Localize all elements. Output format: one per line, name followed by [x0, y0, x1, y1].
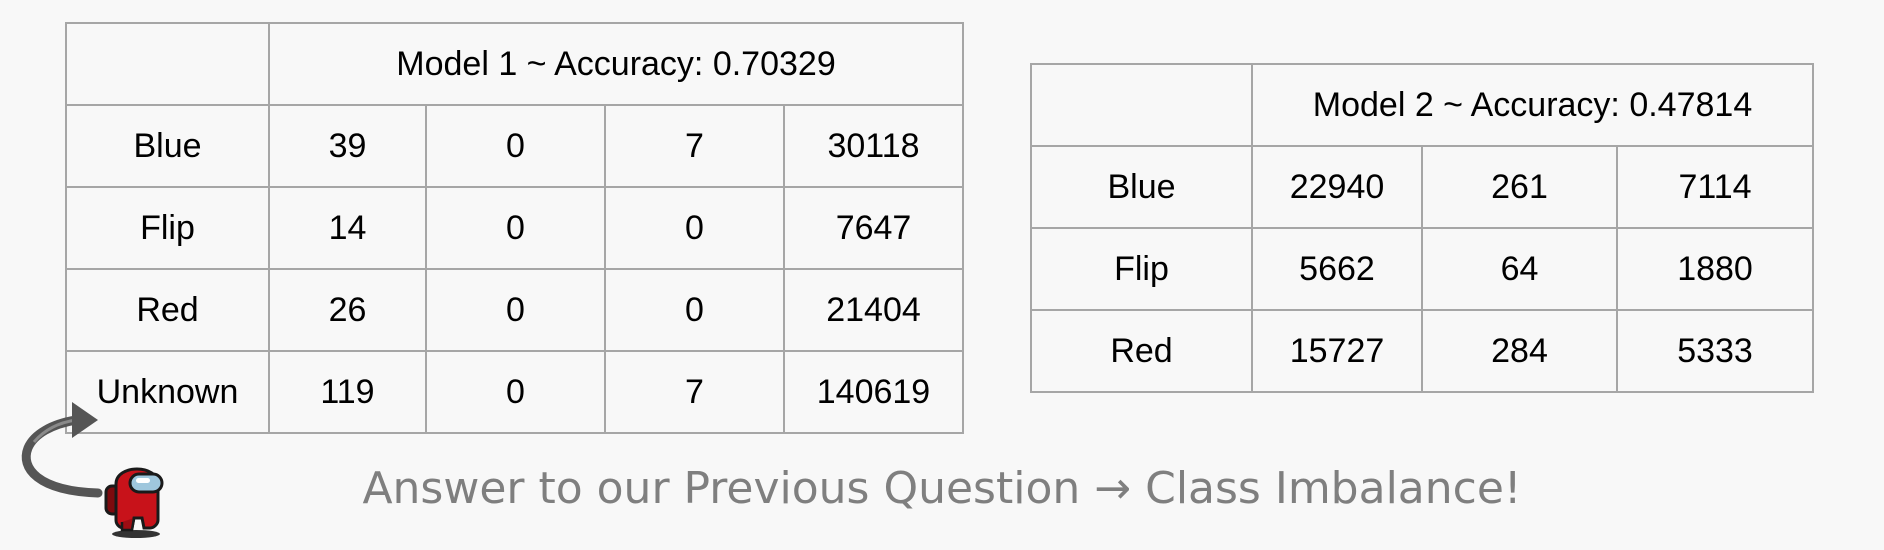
table-row: Red 15727 284 5333: [1030, 309, 1815, 393]
table-cell: 0: [425, 104, 606, 188]
table-cell: 7114: [1615, 145, 1815, 229]
table-cell: 5333: [1615, 309, 1815, 393]
table-cell: 284: [1421, 309, 1618, 393]
table-cell: 22940: [1251, 145, 1423, 229]
table-cell: 7: [604, 350, 785, 434]
table-cell: 26: [268, 268, 427, 352]
table-cell: 5662: [1251, 227, 1423, 311]
model-2-confusion-table: Model 2 ~ Accuracy: 0.47814 Blue 22940 2…: [1030, 63, 1815, 393]
table-cell: 0: [604, 186, 785, 270]
corner-cell: [1030, 63, 1253, 147]
table-cell: 14: [268, 186, 427, 270]
table-cell: 7: [604, 104, 785, 188]
row-label: Flip: [65, 186, 270, 270]
table-cell: 21404: [782, 268, 965, 352]
model-1-confusion-table: Model 1 ~ Accuracy: 0.70329 Blue 39 0 7 …: [65, 22, 965, 434]
table-row: Blue 39 0 7 30118: [65, 104, 965, 188]
table-cell: 140619: [782, 350, 965, 434]
table-row: Blue 22940 261 7114: [1030, 145, 1815, 229]
table-title: Model 2 ~ Accuracy: 0.47814: [1250, 63, 1815, 147]
caption: Answer to our Previous Question → Class …: [362, 463, 1522, 514]
corner-cell: [65, 22, 270, 106]
table-cell: 39: [268, 104, 427, 188]
row-label: Blue: [65, 104, 270, 188]
table-cell: 15727: [1251, 309, 1423, 393]
table-cell: 261: [1421, 145, 1618, 229]
row-label: Red: [65, 268, 270, 352]
table-cell: 1880: [1615, 227, 1815, 311]
table-row: Unknown 119 0 7 140619: [65, 350, 965, 434]
table-cell: 64: [1421, 227, 1618, 311]
row-label: Flip: [1030, 227, 1253, 311]
table-cell: 0: [425, 186, 606, 270]
row-label: Blue: [1030, 145, 1253, 229]
table-cell: 0: [604, 268, 785, 352]
table-cell: 0: [425, 268, 606, 352]
table-cell: 0: [425, 350, 606, 434]
table-row: Flip 14 0 0 7647: [65, 186, 965, 270]
row-label: Red: [1030, 309, 1253, 393]
table-cell: 30118: [782, 104, 965, 188]
table-cell: 119: [268, 350, 427, 434]
table-cell: 7647: [782, 186, 965, 270]
table-row: Model 2 ~ Accuracy: 0.47814: [1030, 63, 1815, 147]
table-row: Red 26 0 0 21404: [65, 268, 965, 352]
table-row: Flip 5662 64 1880: [1030, 227, 1815, 311]
table-row: Model 1 ~ Accuracy: 0.70329: [65, 22, 965, 106]
table-title: Model 1 ~ Accuracy: 0.70329: [267, 22, 965, 106]
